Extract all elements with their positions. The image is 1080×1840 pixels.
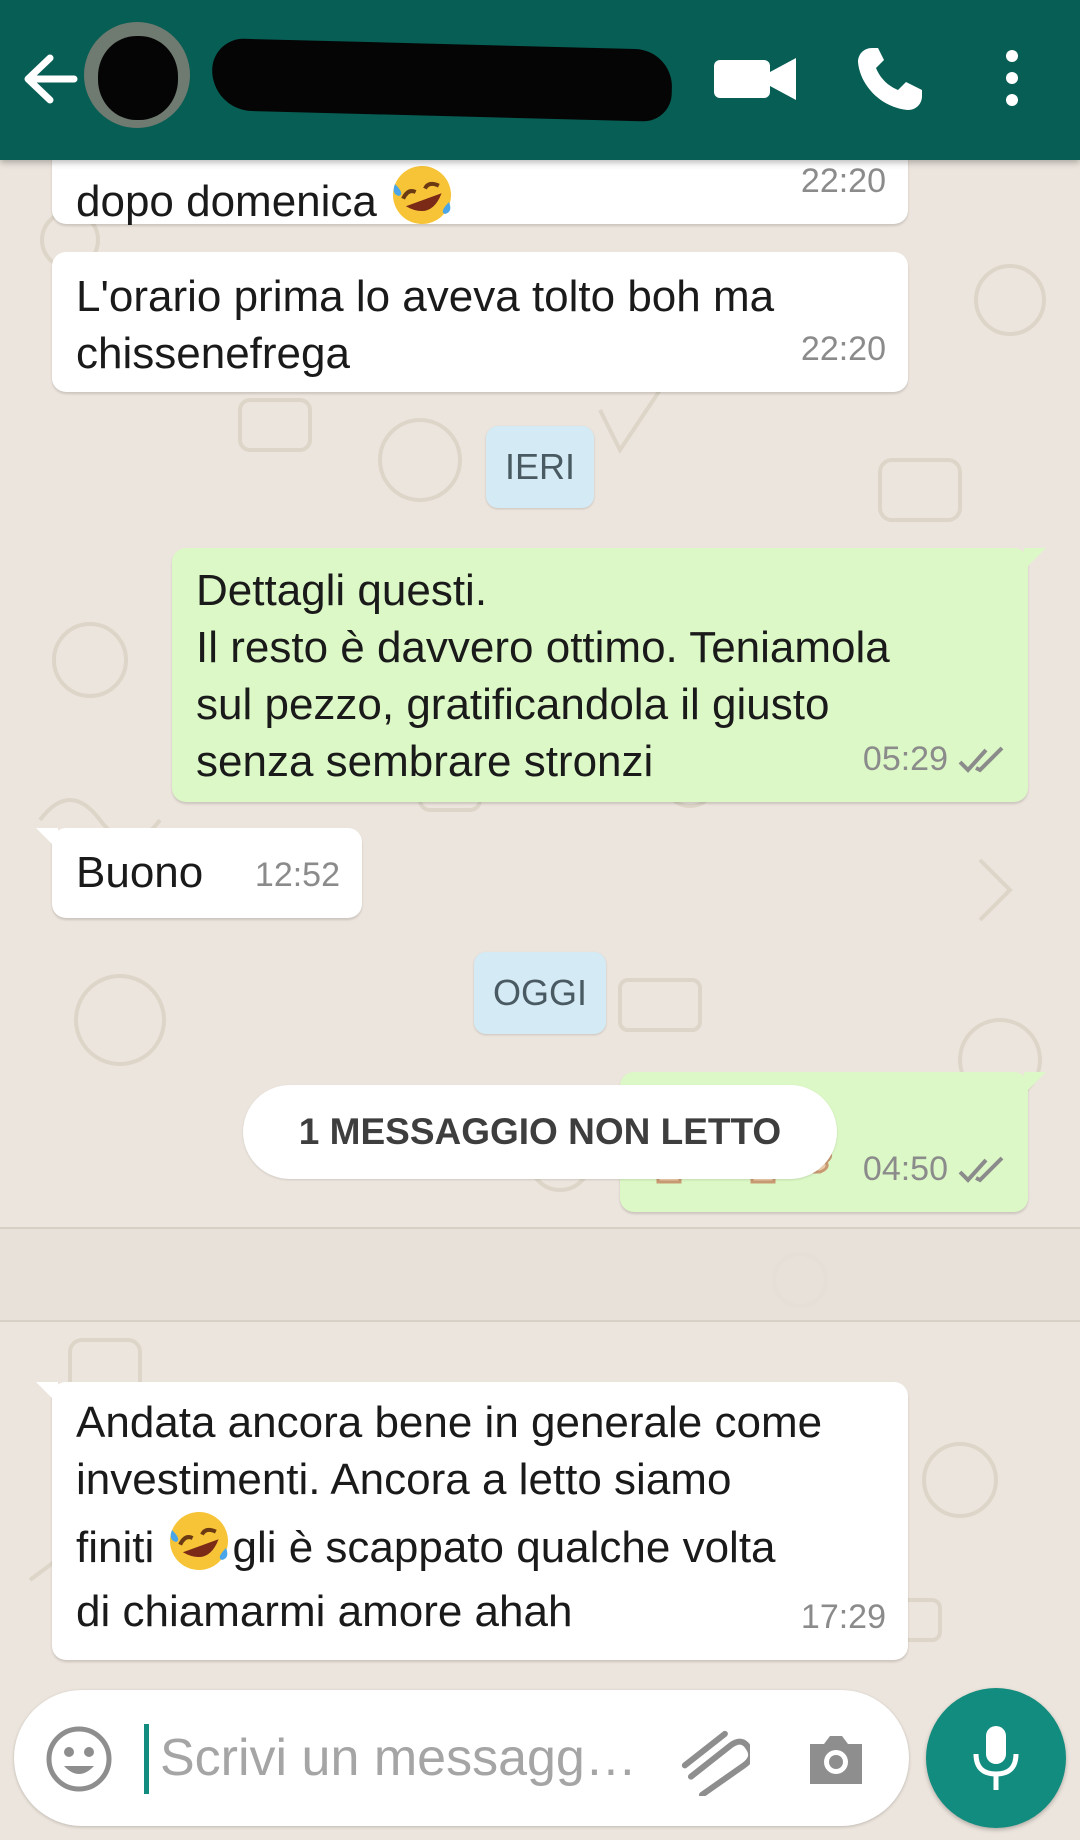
mic-icon [973, 1726, 1019, 1790]
chat-header [0, 0, 1080, 160]
message-text: L'orario prima lo aveva tolto boh ma chi… [76, 272, 775, 378]
mic-button[interactable] [926, 1688, 1066, 1828]
camera-icon[interactable] [804, 1726, 868, 1790]
message-text: Andata ancora bene in generale come inve… [76, 1398, 823, 1504]
message-time: 04:50 [862, 1150, 948, 1188]
bubble-tail [36, 1382, 58, 1404]
message-text: Buono [76, 848, 204, 897]
date-separator-today: OGGI [474, 952, 606, 1034]
text-cursor [144, 1724, 149, 1794]
back-arrow-icon[interactable] [18, 44, 82, 114]
message-incoming[interactable]: Andata ancora bene in generale come inve… [36, 1382, 908, 1660]
date-separator-yesterday: IERI [486, 426, 594, 508]
message-text: dopo domenica [76, 177, 377, 226]
bubble-tail [1024, 548, 1046, 570]
message-time: 22:20 [800, 330, 886, 368]
bubble-tail [1024, 1072, 1046, 1094]
message-text: finiti [76, 1523, 167, 1572]
message-time: 05:29 [862, 740, 948, 778]
chat-area[interactable]: dopo domenica 22:20 L'orario prima lo av… [0, 160, 1080, 1680]
double-check-icon [958, 746, 1004, 773]
double-check-icon [958, 1156, 1004, 1183]
contact-avatar[interactable] [84, 22, 190, 128]
message-outgoing[interactable]: Dettagli questi. Il resto è davvero otti… [172, 548, 1046, 802]
laughing-emoji-icon [393, 166, 452, 224]
more-vert-icon[interactable] [992, 40, 1032, 116]
video-call-icon[interactable] [706, 40, 806, 116]
phone-icon[interactable] [852, 40, 932, 116]
emoji-icon[interactable] [44, 1724, 114, 1794]
unread-separator-band [0, 1227, 1080, 1322]
message-text: gli è scappato qualche volta [232, 1523, 776, 1572]
bubble-tail [36, 828, 58, 850]
attach-icon[interactable] [674, 1726, 750, 1796]
contact-name-redacted[interactable] [211, 37, 673, 123]
message-time: 22:20 [800, 162, 886, 200]
message-composer[interactable]: Scrivi un messagg… [14, 1690, 909, 1826]
message-input[interactable]: Scrivi un messagg… [160, 1722, 637, 1794]
message-time: 17:29 [800, 1598, 886, 1636]
message-time: 12:52 [254, 856, 340, 894]
message-incoming[interactable]: Buono 12:52 [36, 828, 362, 918]
message-text: di chiamarmi amore ahah [76, 1587, 573, 1636]
message-incoming[interactable]: L'orario prima lo aveva tolto boh ma chi… [52, 252, 908, 392]
laughing-emoji-icon [170, 1512, 229, 1570]
unread-messages-banner: 1 MESSAGGIO NON LETTO [243, 1085, 837, 1179]
message-incoming[interactable]: dopo domenica 22:20 [52, 160, 908, 226]
